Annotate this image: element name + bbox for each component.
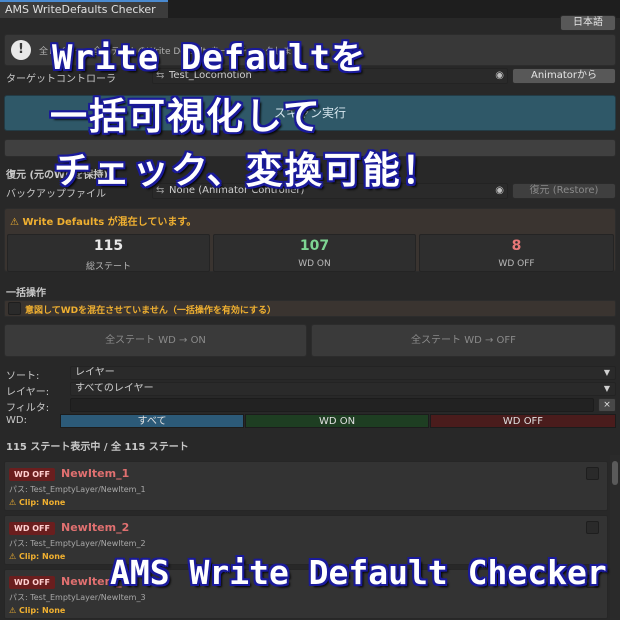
- stat-wd-off-label: WD OFF: [498, 259, 535, 269]
- bulk-enable-checkbox[interactable]: [8, 302, 21, 315]
- list-item[interactable]: WD OFF NewItem_1 パス: Test_EmptyLayer/New…: [4, 461, 608, 511]
- sort-row: ソート: レイヤー ▼: [0, 366, 620, 382]
- wd-filter-off[interactable]: WD OFF: [430, 414, 616, 428]
- stat-wd-off: 8 WD OFF: [419, 234, 614, 272]
- dropdown-arrow-icon: ▼: [603, 368, 610, 377]
- state-clip: ⚠ Clip: None: [9, 606, 66, 615]
- layer-dropdown[interactable]: すべてのレイヤー ▼: [70, 382, 616, 396]
- state-checkbox[interactable]: [586, 467, 599, 480]
- warning-text: ⚠ Write Defaults が混在しています。: [10, 217, 197, 228]
- bulk-section-title: 一括操作: [6, 288, 46, 299]
- state-checkbox[interactable]: [586, 521, 599, 534]
- filter-row: フィルタ: ×: [0, 398, 620, 414]
- filter-label: フィルタ:: [6, 403, 50, 414]
- state-clip: ⚠ Clip: None: [9, 552, 66, 561]
- stat-wd-off-value: 8: [511, 238, 522, 254]
- stat-total: 115 総ステート: [7, 234, 210, 272]
- state-clip-text: Clip: None: [18, 498, 66, 507]
- overlay-product-name: AMS Write Default Checker: [110, 553, 607, 592]
- state-list: WD OFF NewItem_1 パス: Test_EmptyLayer/New…: [4, 455, 608, 620]
- info-icon: !: [11, 40, 31, 60]
- state-count-text: 115 ステート表示中 / 全 115 ステート: [6, 442, 189, 453]
- layer-value: すべてのレイヤー: [75, 383, 154, 394]
- object-picker-icon[interactable]: ◉: [495, 69, 504, 83]
- layer-label: レイヤー:: [6, 387, 50, 398]
- warning-box: ⚠ Write Defaults が混在しています。 115 総ステート 107…: [4, 208, 616, 272]
- bulk-enable-label: 意図してWDを混在させていません（一括操作を有効にする）: [25, 306, 276, 316]
- sort-dropdown[interactable]: レイヤー ▼: [70, 366, 616, 380]
- sort-value: レイヤー: [75, 367, 115, 378]
- warning-message: Write Defaults が混在しています。: [22, 217, 197, 228]
- stat-wd-on: 107 WD ON: [213, 234, 416, 272]
- state-clip-text: Clip: None: [18, 606, 66, 615]
- state-path: パス: Test_EmptyLayer/NewItem_1: [9, 485, 146, 494]
- state-path: パス: Test_EmptyLayer/NewItem_3: [9, 593, 146, 602]
- wd-filter-all[interactable]: すべて: [60, 414, 244, 428]
- window-tab-bar: AMS WriteDefaults Checker: [0, 0, 620, 18]
- state-name[interactable]: NewItem_1: [61, 467, 129, 480]
- stat-total-label: 総ステート: [85, 262, 131, 272]
- filter-clear-button[interactable]: ×: [598, 398, 616, 412]
- layer-row: レイヤー: すべてのレイヤー ▼: [0, 382, 620, 398]
- stat-total-value: 115: [93, 238, 124, 254]
- wd-filter-on[interactable]: WD ON: [245, 414, 429, 428]
- restore-button[interactable]: 復元 (Restore): [512, 183, 616, 199]
- from-animator-button[interactable]: Animatorから: [512, 68, 616, 84]
- wd-off-badge: WD OFF: [9, 468, 55, 481]
- all-wd-on-button[interactable]: 全ステート WD → ON: [4, 324, 307, 357]
- stat-wd-on-label: WD ON: [298, 259, 331, 269]
- dropdown-arrow-icon: ▼: [603, 384, 610, 393]
- object-picker-icon[interactable]: ◉: [495, 184, 504, 198]
- filter-input[interactable]: [70, 398, 594, 412]
- window-tab[interactable]: AMS WriteDefaults Checker: [0, 0, 168, 18]
- scrollbar-thumb[interactable]: [612, 461, 618, 485]
- wd-filter-label: WD:: [6, 415, 27, 426]
- bulk-enable-toggle-box: 意図してWDを混在させていません（一括操作を有効にする）: [4, 300, 616, 317]
- state-name[interactable]: NewItem_2: [61, 521, 129, 534]
- language-button[interactable]: 日本語: [560, 15, 616, 31]
- state-clip-text: Clip: None: [18, 552, 66, 561]
- overlay-headline-1: Write Defaultを: [52, 38, 367, 78]
- overlay-headline-2: 一括可視化して: [50, 95, 322, 138]
- all-wd-off-button[interactable]: 全ステート WD → OFF: [311, 324, 616, 357]
- wd-filter-row: WD: すべて WD ON WD OFF: [0, 414, 620, 429]
- wd-off-badge: WD OFF: [9, 522, 55, 535]
- sort-label: ソート:: [6, 371, 40, 382]
- state-path: パス: Test_EmptyLayer/NewItem_2: [9, 539, 146, 548]
- list-scrollbar[interactable]: [610, 455, 620, 620]
- state-clip: ⚠ Clip: None: [9, 498, 66, 507]
- overlay-headline-3: チェック、変換可能！: [54, 149, 441, 192]
- wd-off-badge: WD OFF: [9, 576, 55, 589]
- stat-wd-on-value: 107: [299, 238, 330, 254]
